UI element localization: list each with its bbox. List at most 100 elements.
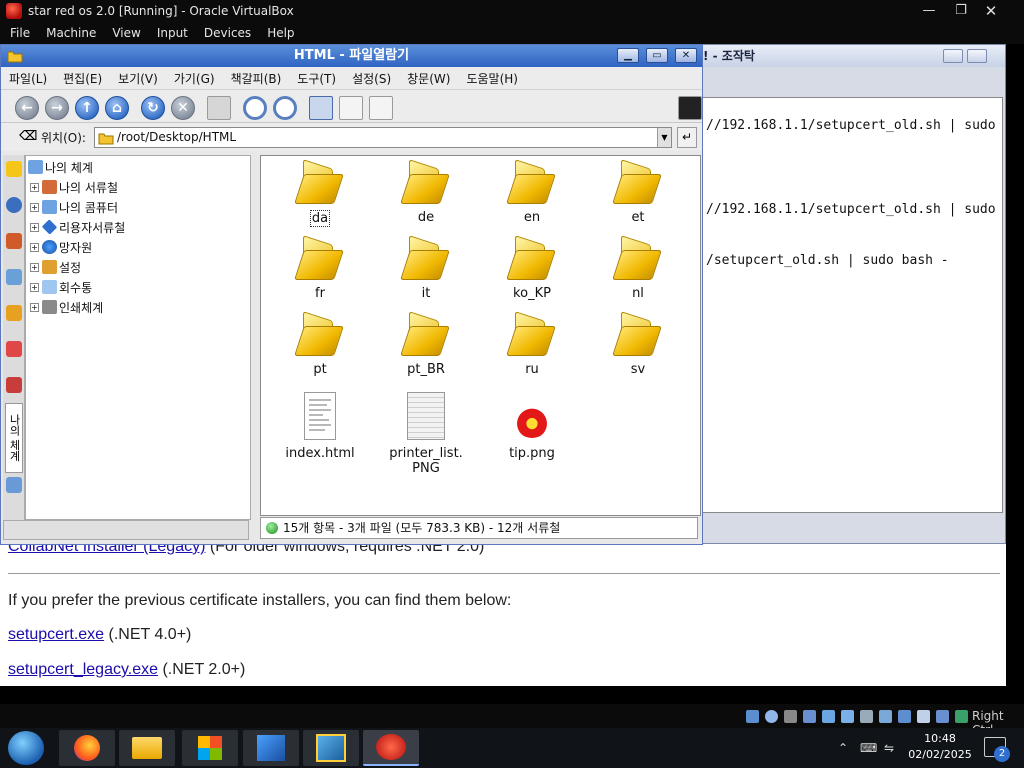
explorer-taskbar-button[interactable] [119, 730, 175, 766]
fm-menu-tools[interactable]: 도구(T) [289, 70, 344, 87]
virtualbox-taskbar-button[interactable] [303, 730, 359, 766]
clear-location-icon[interactable]: ⌫ [19, 129, 37, 144]
menu-help[interactable]: Help [259, 26, 302, 40]
icon-view-icon[interactable] [309, 96, 333, 120]
file-item-tip-png[interactable]: tip.png [487, 392, 577, 461]
services-tab-icon[interactable] [6, 305, 22, 321]
file-item-printer-list[interactable]: printer_list. PNG [381, 392, 471, 476]
tree-item-computer[interactable]: + 나의 콤퓨터 [30, 198, 118, 216]
keyboard-tray-icon[interactable]: ⌨ [860, 741, 877, 755]
close-button[interactable]: ✕ [974, 0, 1008, 21]
folder-item-fr[interactable]: fr [275, 235, 365, 301]
list-view-icon[interactable] [339, 96, 363, 120]
app-taskbar-button[interactable] [243, 730, 299, 766]
keyboard-icon[interactable] [955, 710, 968, 723]
menu-input[interactable]: Input [149, 26, 196, 40]
network-tray-icon[interactable]: ⇋ [884, 741, 894, 755]
panel-splitter[interactable] [251, 155, 259, 520]
folder-item-pt[interactable]: pt [275, 311, 365, 377]
bookmarks-tab-icon[interactable] [6, 161, 22, 177]
up-icon[interactable]: ↑ [75, 96, 99, 120]
back-icon[interactable]: ← [15, 96, 39, 120]
hdd-icon[interactable] [746, 710, 759, 723]
show-hidden-icons[interactable]: ⌃ [838, 741, 848, 755]
tree-item-documents[interactable]: + 나의 서류철 [30, 178, 118, 196]
expand-icon[interactable]: + [30, 282, 39, 292]
tree-item-system[interactable]: 나의 체계 [28, 158, 93, 176]
fm-menu-edit[interactable]: 편집(E) [55, 70, 110, 87]
notification-icon[interactable]: 2 [984, 737, 1010, 762]
menu-view[interactable]: View [104, 26, 148, 40]
network-tab-icon[interactable] [6, 269, 22, 285]
terminal-maximize-button[interactable] [967, 49, 987, 63]
location-dropdown-icon[interactable]: ▼ [657, 128, 671, 147]
setupcert-legacy-link[interactable]: setupcert_legacy.exe [8, 661, 158, 678]
detail-view-icon[interactable] [369, 96, 393, 120]
start-button[interactable] [8, 731, 44, 765]
fm-maximize-button[interactable]: ▭ [646, 48, 668, 63]
display-icon[interactable] [879, 710, 892, 723]
folder-item-nl[interactable]: nl [593, 235, 683, 301]
go-button[interactable]: ↵ [677, 127, 697, 148]
menu-devices[interactable]: Devices [196, 26, 259, 40]
mouse-integration-icon[interactable] [936, 710, 949, 723]
fm-menu-help[interactable]: 도움말(H) [458, 70, 526, 87]
recording-icon[interactable] [898, 710, 911, 723]
fm-menu-file[interactable]: 파일(L) [1, 70, 55, 87]
terminal-output[interactable]: //192.168.1.1/setupcert_old.sh | sudo //… [681, 97, 1003, 513]
menu-machine[interactable]: Machine [38, 26, 104, 40]
maximize-button[interactable]: ❐ [944, 0, 978, 21]
fm-minimize-button[interactable]: ▁ [617, 48, 639, 63]
expand-icon[interactable]: + [30, 242, 39, 252]
floppy-icon[interactable] [784, 710, 797, 723]
expand-icon[interactable]: + [30, 182, 39, 192]
store-taskbar-button[interactable] [182, 730, 238, 766]
file-item-index-html[interactable]: index.html [275, 392, 365, 461]
system-tab[interactable]: 나의 체계 [5, 403, 23, 473]
root-tab-icon[interactable] [6, 377, 22, 393]
menu-file[interactable]: File [2, 26, 38, 40]
firefox-taskbar-button[interactable] [59, 730, 115, 766]
home-tab-icon[interactable] [6, 233, 22, 249]
tree-scrollbar[interactable] [3, 520, 249, 540]
folder-item-da[interactable]: da [275, 159, 365, 227]
home-icon[interactable]: ⌂ [105, 96, 129, 120]
fm-menu-view[interactable]: 보기(V) [110, 70, 166, 87]
clock[interactable]: 10:48 02/02/2025 [905, 731, 975, 763]
folder-item-ru[interactable]: ru [487, 311, 577, 377]
fm-menu-bookmarks[interactable]: 책갈피(B) [223, 70, 290, 87]
system-tab-icon[interactable] [6, 477, 22, 493]
folder-item-sv[interactable]: sv [593, 311, 683, 377]
cpu-icon[interactable] [917, 710, 930, 723]
reload-icon[interactable]: ↻ [141, 96, 165, 120]
tree-item-users[interactable]: + 리용자서류철 [30, 218, 125, 236]
usb-icon[interactable] [841, 710, 854, 723]
history-tab-icon[interactable] [6, 197, 22, 213]
tree-item-printers[interactable]: + 인쇄체계 [30, 298, 103, 316]
forward-icon[interactable]: → [45, 96, 69, 120]
vm-taskbar-button[interactable] [363, 730, 419, 766]
shared-folders-icon[interactable] [860, 710, 873, 723]
folder-item-ko_kp[interactable]: ko_KP [487, 235, 577, 301]
zoom-in-icon[interactable] [243, 96, 267, 120]
tree-item-network[interactable]: + 망자원 [30, 238, 92, 256]
fm-menu-go[interactable]: 가기(G) [166, 70, 223, 87]
expand-icon[interactable]: + [30, 262, 39, 272]
media-tab-icon[interactable] [6, 341, 22, 357]
tree-item-settings[interactable]: + 설정 [30, 258, 81, 276]
folder-item-pt_br[interactable]: pt_BR [381, 311, 471, 377]
tree-item-trash[interactable]: + 회수통 [30, 278, 92, 296]
print-icon[interactable] [207, 96, 231, 120]
minimize-button[interactable]: — [912, 0, 946, 21]
folder-item-en[interactable]: en [487, 159, 577, 225]
fm-menu-window[interactable]: 창문(W) [399, 70, 458, 87]
expand-icon[interactable]: + [30, 202, 39, 212]
folder-item-et[interactable]: et [593, 159, 683, 225]
fm-close-button[interactable]: ✕ [675, 48, 697, 63]
location-input[interactable]: /root/Desktop/HTML [94, 127, 672, 148]
expand-icon[interactable]: + [30, 302, 39, 312]
network-icon[interactable] [822, 710, 835, 723]
zoom-out-icon[interactable] [273, 96, 297, 120]
setupcert-link[interactable]: setupcert.exe [8, 626, 104, 643]
fm-menu-settings[interactable]: 설정(S) [344, 70, 399, 87]
